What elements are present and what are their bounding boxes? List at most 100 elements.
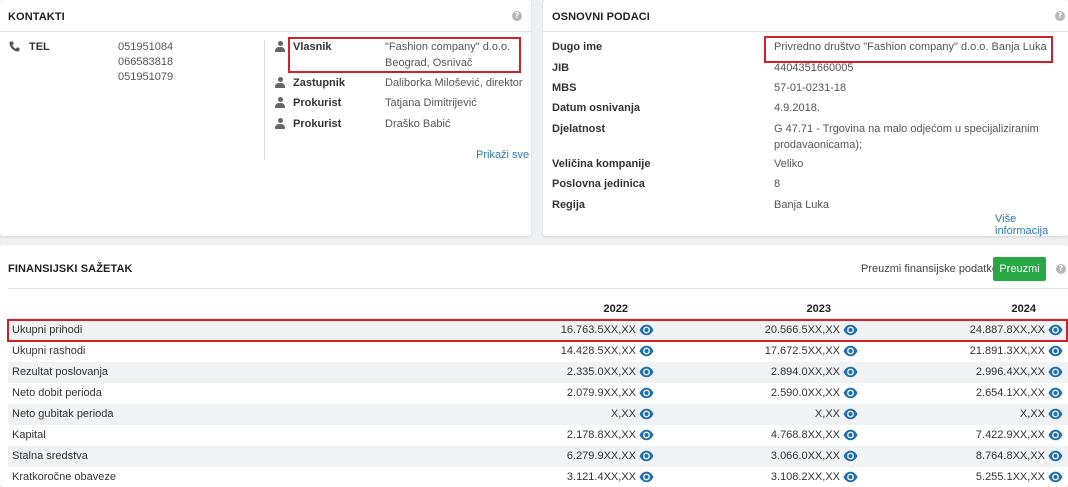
table-cell: 2.894.0XX,XX xyxy=(770,366,840,378)
table-row: Neto dobit perioda 2.079.9XX,XX 2.590.0XX,… xyxy=(8,383,1068,404)
person-icon xyxy=(275,41,285,52)
field-label: Poslovna jedinica xyxy=(552,178,645,190)
table-cell: 20.566.5XX,XX xyxy=(764,324,840,336)
table-cell: 2.654.1XX,XX xyxy=(975,387,1045,399)
tel-value[interactable]: 051951079 xyxy=(118,70,173,86)
row-label: Ukupni prihodi xyxy=(12,324,83,336)
show-all-link[interactable]: Prikaži sve xyxy=(476,149,529,161)
row-label: Stalna sredstva xyxy=(12,450,88,462)
eye-icon[interactable] xyxy=(1048,471,1063,483)
eye-icon[interactable] xyxy=(843,366,858,378)
table-cell: 16.763.5XX,XX xyxy=(560,324,636,336)
tel-value[interactable]: 066583818 xyxy=(118,55,173,71)
table-cell: 21.891.3XX,XX xyxy=(969,345,1045,357)
table-cell: 2.590.0XX,XX xyxy=(770,387,840,399)
eye-icon[interactable] xyxy=(639,387,654,399)
role-label: Prokurist xyxy=(293,118,342,130)
field-value: G 47.71 - Trgovina na malo odjećom u spe… xyxy=(774,123,1039,151)
field-label: MBS xyxy=(552,82,577,94)
eye-icon[interactable] xyxy=(1048,387,1063,399)
table-cell: X,XX xyxy=(610,408,636,420)
role-name: Daliborka Milošević, direktor xyxy=(385,77,523,89)
eye-icon[interactable] xyxy=(1048,366,1063,378)
table-row: Rezultat poslovanja 2.335.0XX,XX 2.894.0XX… xyxy=(8,362,1068,383)
download-label: Preuzmi finansijske podatke xyxy=(861,263,998,275)
table-row: Ukupni prihodi 16.763.5XX,XX 20.566.5XX,XX… xyxy=(8,320,1068,341)
table-cell: X,XX xyxy=(814,408,840,420)
field-value: 4404351660005 xyxy=(774,62,854,74)
role-name: Draško Babić xyxy=(385,118,451,130)
contacts-panel: KONTAKTI ? TEL 051951084 066583818 05195… xyxy=(0,0,531,236)
table-cell: X,XX xyxy=(1019,408,1045,420)
field-value: 8 xyxy=(774,178,781,190)
table-cell: 6.279.9XX,XX xyxy=(566,450,636,462)
eye-icon[interactable] xyxy=(639,429,654,441)
field-label: JIB xyxy=(552,62,570,74)
role-label: Prokurist xyxy=(293,97,342,109)
help-icon[interactable]: ? xyxy=(512,11,522,21)
eye-icon[interactable] xyxy=(639,450,654,462)
eye-icon[interactable] xyxy=(1048,324,1063,336)
row-label: Kapital xyxy=(12,429,46,441)
tel-label: TEL xyxy=(29,41,50,53)
row-label: Kratkoročne obaveze xyxy=(12,471,116,483)
divider xyxy=(543,31,1068,32)
table-row: Kapital 2.178.8XX,XX 4.768.8XX,XX 7.422.9XX… xyxy=(8,425,1068,446)
eye-icon[interactable] xyxy=(843,387,858,399)
eye-icon[interactable] xyxy=(639,345,654,357)
eye-icon[interactable] xyxy=(1048,429,1063,441)
table-row: Neto gubitak perioda X,XX X,XX X,XX xyxy=(8,404,1068,425)
table-cell: 4.768.8XX,XX xyxy=(770,429,840,441)
field-label: Djelatnost xyxy=(552,123,606,135)
eye-icon[interactable] xyxy=(639,471,654,483)
row-label: Neto gubitak perioda xyxy=(12,408,114,420)
person-icon xyxy=(275,97,285,108)
field-value: Banja Luka xyxy=(774,199,830,211)
table-cell: 17.672.5XX,XX xyxy=(764,345,840,357)
eye-icon[interactable] xyxy=(843,324,858,336)
person-icon xyxy=(275,77,285,88)
field-label: Datum osnivanja xyxy=(552,102,641,114)
eye-icon[interactable] xyxy=(639,408,654,420)
eye-icon[interactable] xyxy=(639,366,654,378)
eye-icon[interactable] xyxy=(843,408,858,420)
more-info-link[interactable]: Više informacija xyxy=(995,213,1068,237)
eye-icon[interactable] xyxy=(1048,450,1063,462)
field-value: Veliko xyxy=(774,158,804,170)
divider xyxy=(8,288,1068,289)
table-cell: 2.996.4XX,XX xyxy=(975,366,1045,378)
table-cell: 3.121.4XX,XX xyxy=(566,471,636,483)
field-label: Dugo ime xyxy=(552,41,603,53)
eye-icon[interactable] xyxy=(843,429,858,441)
field-value: Privredno društvo "Fashion company" d.o.… xyxy=(774,41,1047,53)
eye-icon[interactable] xyxy=(1048,408,1063,420)
download-button[interactable]: Preuzmi xyxy=(993,257,1046,281)
table-cell: 2.178.8XX,XX xyxy=(566,429,636,441)
eye-icon[interactable] xyxy=(1048,345,1063,357)
row-label: Neto dobit perioda xyxy=(12,387,102,399)
eye-icon[interactable] xyxy=(639,324,654,336)
help-icon[interactable]: ? xyxy=(1055,11,1065,21)
table-cell: 2.335.0XX,XX xyxy=(566,366,636,378)
eye-icon[interactable] xyxy=(843,450,858,462)
eye-icon[interactable] xyxy=(843,471,858,483)
table-cell: 14.428.5XX,XX xyxy=(560,345,636,357)
vertical-divider xyxy=(264,40,265,160)
role-label: Zastupnik xyxy=(293,77,345,89)
phone-icon xyxy=(9,41,20,52)
basic-info-panel: OSNOVNI PODACI ? Dugo ime Privredno druš… xyxy=(543,0,1068,237)
year-header: 2023 xyxy=(806,303,831,315)
table-row: Stalna sredstva 6.279.9XX,XX 3.066.0XX,XX 8… xyxy=(8,446,1068,467)
eye-icon[interactable] xyxy=(843,345,858,357)
field-label: Veličina kompanije xyxy=(552,158,651,170)
row-label: Ukupni rashodi xyxy=(12,345,86,357)
help-icon[interactable]: ? xyxy=(1056,264,1066,274)
tel-value[interactable]: 051951084 xyxy=(118,40,173,56)
finance-title: FINANSIJSKI SAŽETAK xyxy=(8,263,133,275)
person-icon xyxy=(275,118,285,129)
role-name: "Fashion company" d.o.o. Beograd, Osniva… xyxy=(385,41,511,69)
field-label: Regija xyxy=(552,199,586,211)
field-value: 57-01-0231-18 xyxy=(774,82,847,94)
table-cell: 8.764.8XX,XX xyxy=(975,450,1045,462)
year-header: 2024 xyxy=(1011,303,1036,315)
